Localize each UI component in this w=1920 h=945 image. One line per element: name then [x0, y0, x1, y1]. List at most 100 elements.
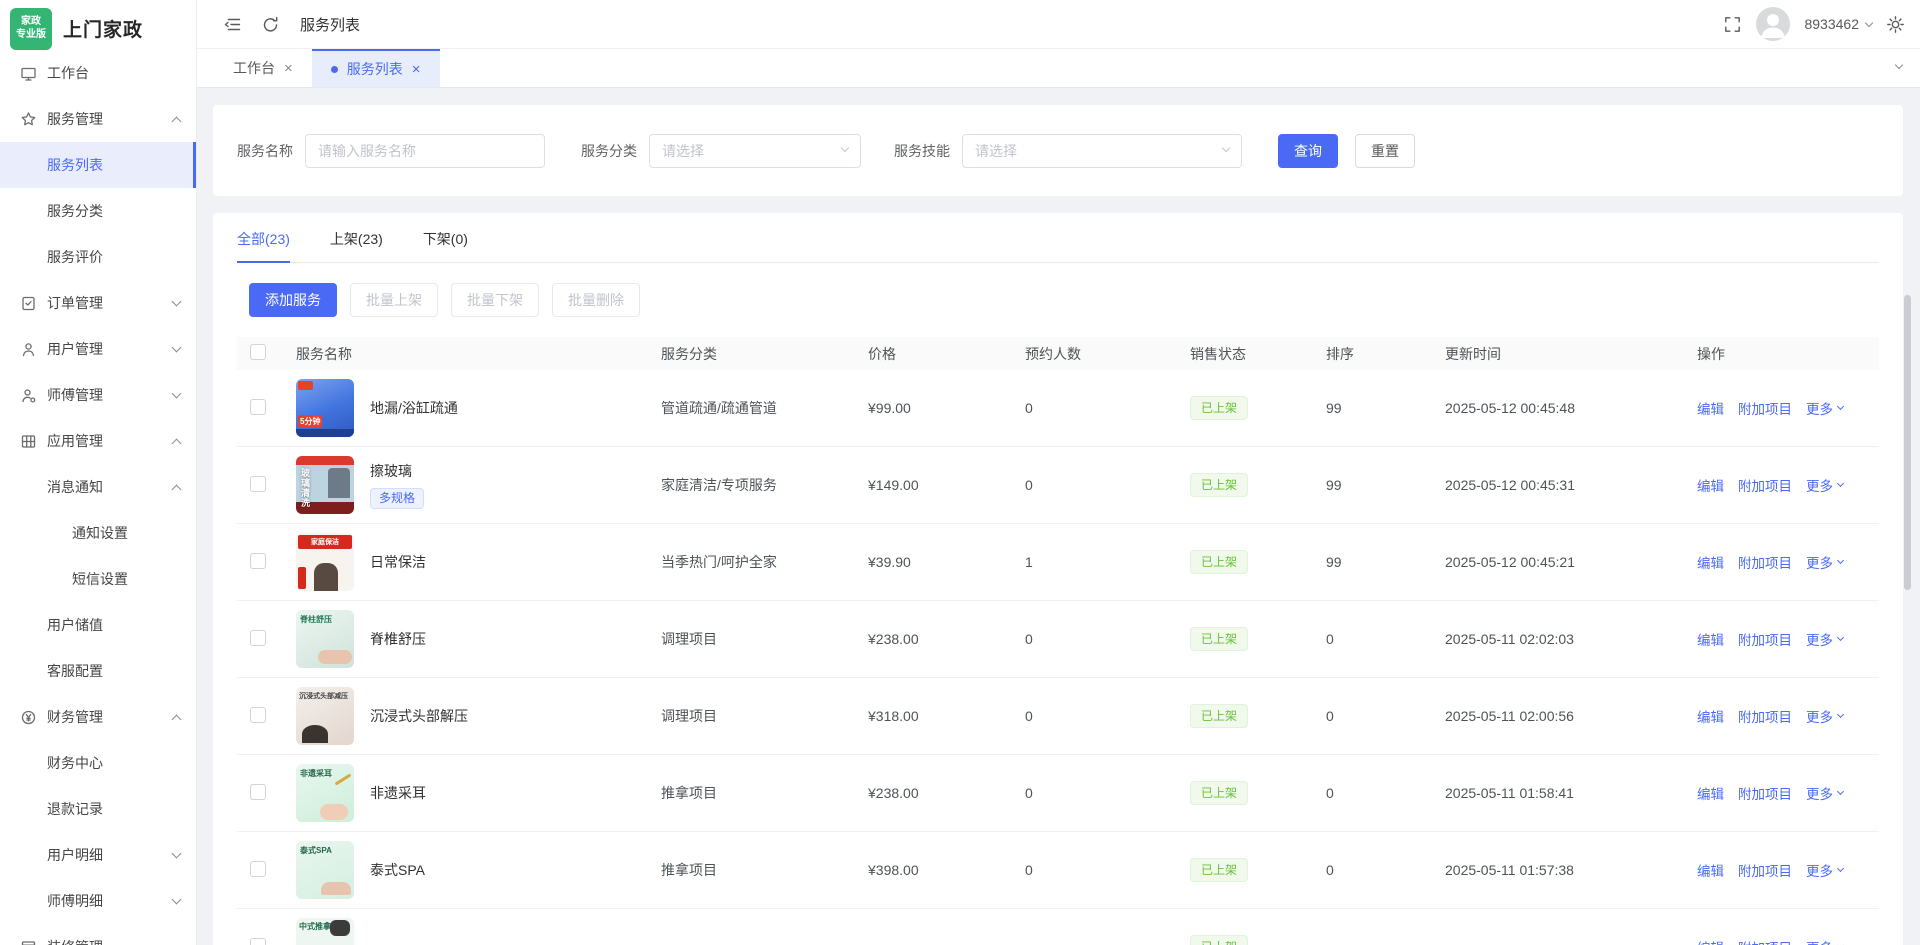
chevron-down-icon — [1222, 143, 1230, 151]
more-link[interactable]: 更多 — [1806, 475, 1843, 495]
sidebar-item-master-management[interactable]: 师傅管理 — [0, 372, 196, 418]
sidebar-item-app-management[interactable]: 应用管理 — [0, 418, 196, 464]
row-checkbox[interactable] — [250, 476, 266, 492]
service-skill-select[interactable]: 请选择 — [962, 134, 1242, 168]
service-sort: 0 — [1320, 785, 1439, 801]
row-checkbox[interactable] — [250, 630, 266, 646]
sidebar-item-finance-management[interactable]: 财务管理 — [0, 694, 196, 740]
batch-off-shelf-button[interactable]: 批量下架 — [451, 283, 539, 317]
close-icon[interactable]: × — [412, 61, 421, 78]
chevron-down-icon — [1837, 711, 1844, 718]
batch-on-shelf-button[interactable]: 批量上架 — [350, 283, 438, 317]
chevron-up-icon — [172, 714, 182, 724]
addon-link[interactable]: 附加项目 — [1738, 860, 1792, 880]
service-sort: 0 — [1320, 708, 1439, 724]
tab-off-shelf[interactable]: 下架(0) — [423, 229, 468, 262]
service-category-select[interactable]: 请选择 — [649, 134, 861, 168]
close-icon[interactable]: × — [284, 60, 293, 77]
sidebar-item-customer-service-config[interactable]: 客服配置 — [0, 648, 196, 694]
edit-link[interactable]: 编辑 — [1697, 629, 1724, 649]
row-checkbox[interactable] — [250, 861, 266, 877]
reset-button[interactable]: 重置 — [1355, 134, 1415, 168]
search-button[interactable]: 查询 — [1278, 134, 1338, 168]
sidebar-item-service-list[interactable]: 服务列表 — [0, 142, 196, 188]
row-checkbox[interactable] — [250, 399, 266, 415]
user-menu[interactable]: 8933462 — [1804, 16, 1872, 32]
service-name-input[interactable] — [305, 134, 545, 168]
sidebar-item-service-category[interactable]: 服务分类 — [0, 188, 196, 234]
addon-link[interactable]: 附加项目 — [1738, 783, 1792, 803]
more-link[interactable]: 更多 — [1806, 860, 1843, 880]
addon-link[interactable]: 附加项目 — [1738, 552, 1792, 572]
chevron-down-icon — [1837, 480, 1844, 487]
edit-link[interactable]: 编辑 — [1697, 937, 1724, 945]
addon-link[interactable]: 附加项目 — [1738, 475, 1792, 495]
sidebar-item-finance-center[interactable]: 财务中心 — [0, 740, 196, 786]
col-service-name: 服务名称 — [290, 344, 655, 364]
more-link[interactable]: 更多 — [1806, 629, 1843, 649]
addon-link[interactable]: 附加项目 — [1738, 398, 1792, 418]
edit-link[interactable]: 编辑 — [1697, 475, 1724, 495]
service-category: 推拿项目 — [655, 860, 862, 880]
sidebar-item-notify-settings[interactable]: 通知设置 — [0, 510, 196, 556]
service-updated: 2025-05-11 01:58:41 — [1439, 785, 1691, 801]
sidebar-item-master-details[interactable]: 师傅明细 — [0, 878, 196, 924]
addon-link[interactable]: 附加项目 — [1738, 937, 1792, 945]
batch-delete-button[interactable]: 批量删除 — [552, 283, 640, 317]
service-sort: 0 — [1320, 631, 1439, 647]
more-link[interactable]: 更多 — [1806, 398, 1843, 418]
sidebar-item-decoration-management[interactable]: 装修管理 — [0, 924, 196, 945]
select-all-checkbox[interactable] — [250, 344, 266, 360]
service-bookings: 0 — [1019, 862, 1184, 878]
more-link[interactable]: 更多 — [1806, 937, 1843, 945]
service-updated: 2025-05-11 02:02:03 — [1439, 631, 1691, 647]
sidebar-item-workbench[interactable]: 工作台 — [0, 50, 196, 96]
tab-workbench[interactable]: 工作台 × — [214, 49, 312, 87]
row-checkbox[interactable] — [250, 938, 266, 945]
service-thumbnail: 泰式SPA — [296, 841, 354, 899]
table-row: 玻璃清洗 擦玻璃 多规格 家庭清洁/专项服务 ¥149.00 0 已上架 99 … — [237, 447, 1879, 524]
more-link[interactable]: 更多 — [1806, 706, 1843, 726]
sidebar-item-service-review[interactable]: 服务评价 — [0, 234, 196, 280]
sidebar-item-user-details[interactable]: 用户明细 — [0, 832, 196, 878]
service-bookings: 0 — [1019, 477, 1184, 493]
refresh-icon[interactable] — [261, 15, 280, 34]
avatar[interactable] — [1756, 7, 1790, 41]
sidebar-item-user-stored-value[interactable]: 用户储值 — [0, 602, 196, 648]
addon-link[interactable]: 附加项目 — [1738, 629, 1792, 649]
tab-service-list[interactable]: 服务列表 × — [312, 49, 440, 87]
edit-link[interactable]: 编辑 — [1697, 552, 1724, 572]
chevron-down-icon — [172, 849, 182, 859]
sidebar-item-refund-records[interactable]: 退款记录 — [0, 786, 196, 832]
sidebar-item-order-management[interactable]: 订单管理 — [0, 280, 196, 326]
sidebar-item-sms-settings[interactable]: 短信设置 — [0, 556, 196, 602]
edit-link[interactable]: 编辑 — [1697, 398, 1724, 418]
tab-on-shelf[interactable]: 上架(23) — [330, 229, 383, 262]
row-checkbox[interactable] — [250, 553, 266, 569]
gear-icon[interactable] — [1886, 15, 1905, 34]
row-checkbox[interactable] — [250, 784, 266, 800]
service-category: 推拿项目 — [655, 783, 862, 803]
table-row: 脊柱舒压 脊椎舒压 调理项目 ¥238.00 0 已上架 0 2025-05-1… — [237, 601, 1879, 678]
col-updated: 更新时间 — [1439, 344, 1691, 364]
more-link[interactable]: 更多 — [1806, 783, 1843, 803]
add-service-button[interactable]: 添加服务 — [249, 283, 337, 317]
row-checkbox[interactable] — [250, 707, 266, 723]
edit-link[interactable]: 编辑 — [1697, 706, 1724, 726]
service-updated: 2025-05-12 00:45:31 — [1439, 477, 1691, 493]
addon-link[interactable]: 附加项目 — [1738, 706, 1792, 726]
table-row: 家庭保洁 日常保洁 当季热门/呵护全家 ¥39.90 1 已上架 99 2025… — [237, 524, 1879, 601]
tab-options-chevron-icon[interactable] — [1895, 61, 1903, 69]
sidebar-item-message-notify[interactable]: 消息通知 — [0, 464, 196, 510]
fullscreen-icon[interactable] — [1723, 15, 1742, 34]
more-link[interactable]: 更多 — [1806, 552, 1843, 572]
service-name: 泰式SPA — [370, 860, 425, 880]
edit-link[interactable]: 编辑 — [1697, 783, 1724, 803]
sidebar-item-service-management[interactable]: 服务管理 — [0, 96, 196, 142]
menu-fold-icon[interactable] — [223, 15, 242, 34]
vertical-scrollbar[interactable] — [1904, 295, 1911, 590]
edit-link[interactable]: 编辑 — [1697, 860, 1724, 880]
tab-all[interactable]: 全部(23) — [237, 229, 290, 262]
sidebar-item-user-management[interactable]: 用户管理 — [0, 326, 196, 372]
service-price: ¥238.00 — [862, 631, 1019, 647]
